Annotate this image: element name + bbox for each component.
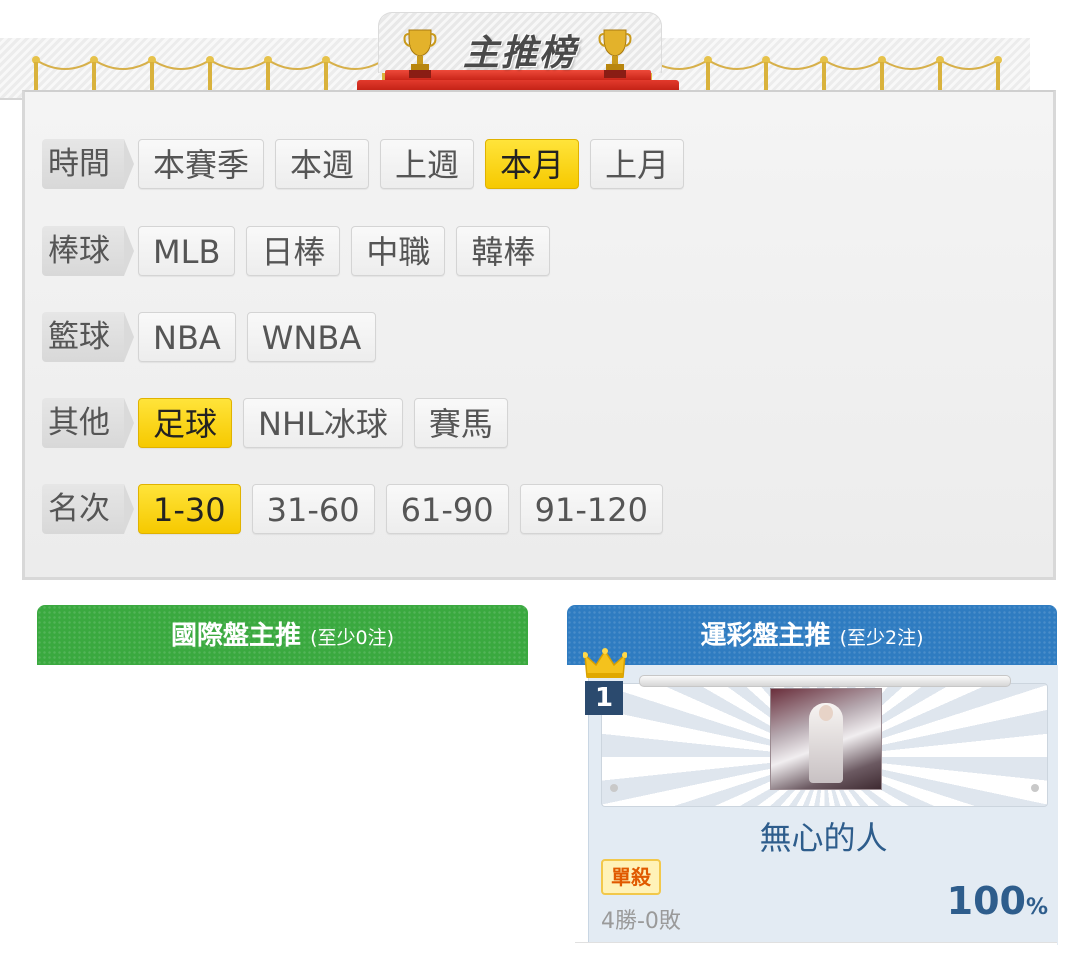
filter-chip-nhl[interactable]: NHL冰球 — [243, 398, 403, 448]
filter-chip-soccer[interactable]: 足球 — [138, 398, 233, 448]
avatar-backdrop — [601, 683, 1048, 807]
international-picks-header[interactable]: 國際盤主推 (至少0注) — [37, 605, 528, 665]
filter-row-basketball: 籃球 NBA WNBA — [42, 310, 387, 364]
backdrop-pin — [1031, 784, 1039, 792]
filter-chip-season[interactable]: 本賽季 — [138, 139, 265, 189]
filter-chip-last-month[interactable]: 上月 — [590, 139, 685, 189]
filter-chip-kbo[interactable]: 韓棒 — [456, 226, 551, 276]
leaderboard-banner: 主推榜 — [0, 10, 1035, 100]
filter-row-rank: 名次 1-30 31-60 61-90 91-120 — [42, 482, 674, 536]
lottery-picks-note: (至少2注) — [839, 627, 924, 649]
international-picks-note: (至少0注) — [310, 627, 394, 649]
filter-chip-last-week[interactable]: 上週 — [380, 139, 475, 189]
filter-row-time: 時間 本賽季 本週 上週 本月 上月 — [42, 137, 695, 191]
filter-panel: 時間 本賽季 本週 上週 本月 上月 棒球 MLB 日棒 中職 韓棒 籃球 NB… — [22, 90, 1056, 580]
trophy-icon — [403, 28, 437, 80]
filter-chip-wnba[interactable]: WNBA — [246, 312, 377, 362]
card-top-bar — [639, 675, 1011, 687]
filter-chip-rank-1-30[interactable]: 1-30 — [138, 484, 241, 534]
rank-badge: 1 — [585, 681, 623, 715]
filter-label-time: 時間 — [42, 139, 134, 189]
page-title: 主推榜 — [462, 33, 577, 74]
filter-chip-horse-racing[interactable]: 賽馬 — [413, 398, 508, 448]
international-picks-title: 國際盤主推 — [171, 621, 302, 651]
filter-chip-cpbl[interactable]: 中職 — [351, 226, 446, 276]
crown-icon — [582, 647, 628, 681]
card-footer — [575, 942, 1057, 958]
filter-chip-nba[interactable]: NBA — [138, 312, 236, 362]
lottery-picks-title: 運彩盤主推 — [700, 621, 831, 651]
ranking-card[interactable]: 1 無心的人 單殺 4勝-0敗 100% — [582, 648, 1058, 945]
filter-label-other: 其他 — [42, 398, 134, 448]
status-badge: 單殺 — [601, 859, 661, 895]
filter-chip-npb[interactable]: 日棒 — [246, 226, 341, 276]
win-rate: 100% — [947, 879, 1048, 923]
lottery-picks-header[interactable]: 運彩盤主推 (至少2注) — [567, 605, 1057, 665]
trophy-icon — [598, 28, 632, 80]
filter-chip-this-month[interactable]: 本月 — [485, 139, 580, 189]
filter-chip-rank-61-90[interactable]: 61-90 — [385, 484, 509, 534]
filter-chip-this-week[interactable]: 本週 — [275, 139, 370, 189]
avatar[interactable] — [770, 688, 882, 790]
backdrop-pin — [610, 784, 618, 792]
filter-label-rank: 名次 — [42, 484, 134, 534]
filter-row-baseball: 棒球 MLB 日棒 中職 韓棒 — [42, 224, 561, 278]
filter-chip-rank-91-120[interactable]: 91-120 — [519, 484, 663, 534]
win-rate-unit: % — [1025, 895, 1048, 920]
filter-chip-mlb[interactable]: MLB — [138, 226, 236, 276]
win-loss-record: 4勝-0敗 — [601, 909, 681, 934]
username-link[interactable]: 無心的人 — [589, 813, 1058, 859]
win-rate-value: 100 — [946, 879, 1026, 923]
filter-label-basketball: 籃球 — [42, 312, 134, 362]
filter-label-baseball: 棒球 — [42, 226, 134, 276]
filter-row-other: 其他 足球 NHL冰球 賽馬 — [42, 396, 519, 450]
filter-chip-rank-31-60[interactable]: 31-60 — [251, 484, 375, 534]
